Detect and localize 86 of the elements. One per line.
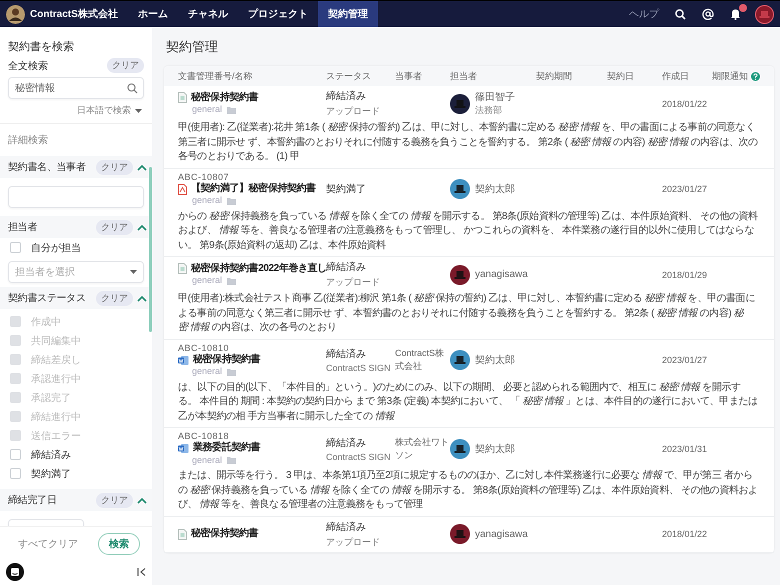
column-header: 期限通知 xyxy=(712,70,748,82)
advanced-search-label: 詳細検索 xyxy=(7,134,49,148)
checkbox-label: 締結進行中 xyxy=(31,410,81,424)
folder-tag: general xyxy=(192,104,222,116)
party-name: 株式会社ワトソン xyxy=(395,436,449,460)
created-date: 2023/01/27 xyxy=(662,355,708,365)
status-text: 締結済み xyxy=(326,90,367,103)
person-name: 契約太郎 xyxy=(475,442,515,456)
folder-tag: general xyxy=(192,454,222,466)
matched-text-snippet: 甲(使用者): 乙(従業者):花井 第1条 ( 秘密 保持の誓約) 乙は、甲に対し、本誓約書に定める 秘密 情報 を、甲の書面による事前の同意なく第三者に開示せ ず、本誓約書のとおりそれに付随する義務を負うことを誓約する。 第2条 ( 秘密 情報 の内容) 秘密 情報 の内容は、次の各号のとおりである。 (1) 甲 xyxy=(177,120,759,164)
person-name: 契約太郎 xyxy=(475,354,515,367)
column-header: ステータス xyxy=(326,70,371,82)
document-name[interactable]: 業務委託契約書 xyxy=(193,442,260,455)
status-source: アップロード xyxy=(326,105,381,118)
matched-text-snippet: は、以下の目的(以下、「本件目的」という。)のためにのみ、以下の期間、 必要と認められる範囲内で、相互に 秘密 情報 を開示する。 本件目的 期間 : 本契約の契約日から まで 第3条 (定義) 本契約において、 「 秘密 情報 」とは、本件目的の遂行において、甲または乙が本契約の相 手方当事者に開示した全ての 情報 xyxy=(177,380,759,424)
column-header: 文書管理番号/名称 xyxy=(178,70,253,82)
checkbox-label: 作成中 xyxy=(31,316,61,328)
help-link[interactable]: ヘルプ xyxy=(629,7,659,21)
filter-section-title: 契約書ステータス xyxy=(8,292,87,305)
sidebar-title: 契約書を検索 xyxy=(7,40,75,55)
folder-tag: general xyxy=(192,275,222,286)
created-date: 2023/01/31 xyxy=(662,444,708,454)
matched-text-snippet: 甲(使用者):株式会社テスト商事 乙(従業者):柳沢 第1条 ( 秘密 保持の誓約) 乙は、甲に対し、本誓約書に定める 秘密 情報 を、甲の書面による事前の同意なく第三者に開示せ ず、本誓約書のとおりそれに付随する義務を負うことを誓約する。 第2条 ( 秘密 情報 の内容) 秘密 情報 の内容は、次の各号のとおり xyxy=(177,292,756,335)
document-name[interactable]: 秘密保持契約書2022年巻き直し xyxy=(191,262,327,276)
checkbox-label: 送信エラー xyxy=(31,430,81,442)
checkbox-label: 共同編集中 xyxy=(31,334,81,348)
document-name[interactable]: 秘密保持契約書 xyxy=(193,354,260,366)
filter-section-title: 締結完了日 xyxy=(8,494,58,507)
document-number: ABC-10810 xyxy=(178,342,230,354)
status-text: 締結済み xyxy=(326,348,367,361)
checkbox-label: 締結差戻し xyxy=(31,354,81,366)
clear-button[interactable]: クリア xyxy=(96,290,133,306)
person-name: 篠田智子 xyxy=(475,91,515,104)
nav-tab[interactable]: チャネル xyxy=(178,1,238,27)
filter-section-title: 担当者 xyxy=(8,220,38,234)
status-source: アップロード xyxy=(326,276,381,289)
status-source: ContractS SIGN xyxy=(326,363,392,373)
status-source: アップロード xyxy=(326,536,381,548)
document-number: ABC-10807 xyxy=(178,172,230,182)
created-date: 2018/01/29 xyxy=(662,270,708,280)
matched-text-snippet: または、開示等を行う。 3 甲は、本条第1項乃至2項に規定するもののほか、乙に対し本件業務遂行に必要な 情報 で、甲が第三 者からの 秘密 保持義務を負っている 情報 を除く全ての 情報 を開示する。 第8条(原始資料の管理等) 乙は、本件原始資料、 その他の資料および、 情報 等を、善良なる管理者の注意義務をもって管理 xyxy=(177,468,759,512)
search-button[interactable]: 検索 xyxy=(98,533,140,555)
clear-button[interactable]: クリア xyxy=(96,492,133,508)
document-number: ABC-10818 xyxy=(178,431,230,441)
clear-button[interactable]: クリア xyxy=(107,58,144,73)
document-name[interactable]: 【契約満了】秘密保持契約書 xyxy=(191,182,316,196)
fulltext-label: 全文検索 xyxy=(8,60,48,72)
created-date: 2018/01/22 xyxy=(662,529,708,539)
column-header: 作成日 xyxy=(662,70,689,82)
page-title: 契約管理 xyxy=(165,38,219,56)
matched-text-snippet: からの 秘密 保持義務を負っている 情報 を除く全ての 情報 を開示する。 第8条(原始資料の管理等) 乙は、本件原始資料、 その他の資料および、 情報 等を、善良なる管理者の注意義務をもって管理し、 かつこれらの資料を、 本件業務の遂行目的以外に使用してはならない。 第9条(原始資料の返却) 乙は、本件原始資料 xyxy=(177,210,759,252)
checkbox-label: 自分が担当 xyxy=(31,242,81,254)
column-header: 契約期間 xyxy=(536,70,572,82)
column-header: 担当者 xyxy=(450,70,477,82)
person-name: 契約太郎 xyxy=(475,182,515,196)
party-name: ContractS株式会社 xyxy=(395,348,444,371)
status-source: ContractS SIGN xyxy=(326,452,392,462)
checkbox-label: 契約満了 xyxy=(31,468,71,480)
status-text: 締結済み xyxy=(326,520,367,534)
created-date: 2018/01/22 xyxy=(662,98,708,108)
document-name[interactable]: 秘密保持契約書 xyxy=(191,528,258,540)
nav-tab[interactable]: ホーム xyxy=(128,1,178,27)
folder-tag: general xyxy=(192,366,222,378)
nav-tab[interactable]: プロジェクト xyxy=(238,1,318,27)
nav-tab[interactable]: 契約管理 xyxy=(318,1,378,27)
checkbox-label: 締結済み xyxy=(31,448,71,462)
created-date: 2023/01/27 xyxy=(662,184,708,194)
checkbox-label: 承認進行中 xyxy=(31,372,81,386)
person-name: yanagisawa xyxy=(475,269,528,280)
department-name: 法務部 xyxy=(475,104,503,117)
column-header: 契約日 xyxy=(607,70,634,82)
company-name: ContractS株式会社 xyxy=(30,8,118,21)
person-name: yanagisawa xyxy=(475,528,528,540)
document-name[interactable]: 秘密保持契約書 xyxy=(191,92,258,104)
clear-button[interactable]: クリア xyxy=(96,160,133,174)
search-field[interactable]: 秘密情報 xyxy=(8,77,144,99)
checkbox-label: 承認完了 xyxy=(31,392,71,404)
folder-tag: general xyxy=(192,195,222,206)
language-select[interactable]: 日本語で検索 xyxy=(77,104,131,117)
clear-all-button[interactable]: すべてクリア xyxy=(12,536,84,552)
status-text: 契約満了 xyxy=(326,182,367,196)
status-text: 締結済み xyxy=(326,260,367,274)
status-text: 締結済み xyxy=(326,436,367,450)
column-header: 当事者 xyxy=(395,70,422,82)
filter-section-title: 契約書名、当事者 xyxy=(8,160,87,174)
clear-button[interactable]: クリア xyxy=(96,220,133,234)
